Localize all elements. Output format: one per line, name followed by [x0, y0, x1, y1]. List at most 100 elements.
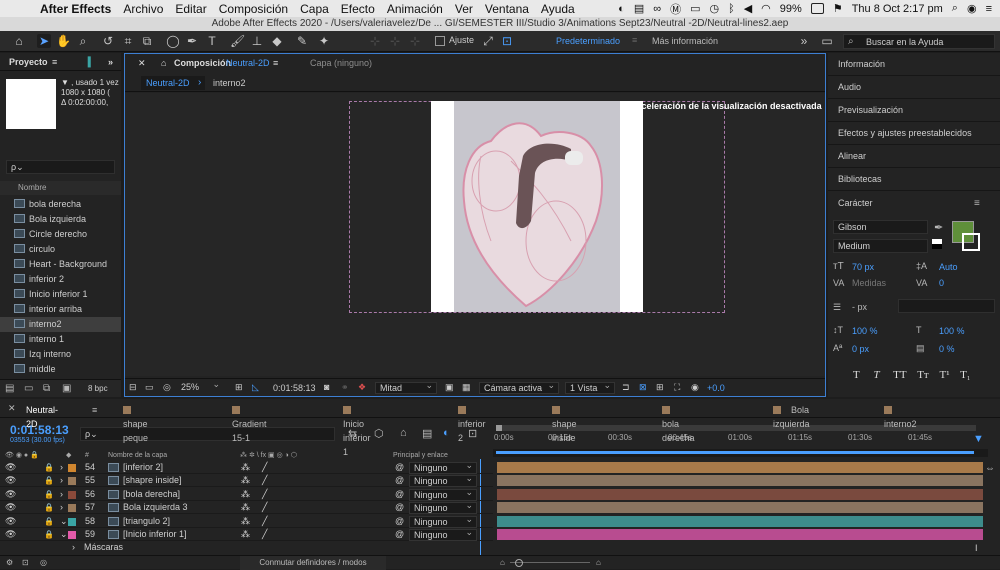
label-color-swatch[interactable]	[68, 531, 76, 539]
project-item[interactable]: Bola izquierda	[0, 212, 121, 227]
timeline-tab[interactable]: Neutral-2D	[26, 403, 58, 429]
layer-name[interactable]: [inferior 2]	[123, 461, 163, 474]
menu-archivo[interactable]: Archivo	[123, 2, 163, 16]
timeline-tab[interactable]: shape peque	[123, 403, 148, 443]
stroke-mode-dropdown[interactable]	[898, 299, 995, 313]
project-item[interactable]: bola derecha	[0, 197, 121, 212]
axis-world-icon[interactable]: ⊹	[388, 34, 402, 48]
comp-tab-interno2[interactable]: interno2	[213, 76, 246, 90]
pickwhip-icon[interactable]: @	[395, 501, 404, 514]
timeline-tab[interactable]: inferior 2	[458, 403, 486, 443]
new-comp-icon[interactable]: ⧉	[43, 383, 50, 394]
layer-duration-bar[interactable]	[497, 502, 983, 514]
project-item[interactable]: interno2	[0, 317, 121, 332]
camera-dropdown[interactable]: Cámara activa	[479, 380, 559, 394]
notification-center-icon[interactable]: ≡	[986, 3, 992, 15]
close-icon[interactable]: ✕	[138, 54, 146, 72]
layer-row[interactable]: 👁 🔒 › 55 [shapre inside] ⁂ ╱ @ Ninguno	[0, 473, 493, 488]
quality-switch-icon[interactable]: ╱	[262, 528, 267, 541]
draft-3d-icon[interactable]: ⬡	[374, 427, 384, 440]
type-tool-icon[interactable]: T	[205, 34, 219, 48]
menu-ver[interactable]: Ver	[455, 2, 473, 16]
comp-viewer[interactable]: Aceleración de la visualización desactiv…	[125, 93, 825, 376]
frame-blending-icon[interactable]: ▤	[422, 427, 432, 440]
app-menu[interactable]: After Effects	[40, 2, 111, 16]
superscript-button[interactable]: T¹	[939, 369, 949, 381]
lock-icon[interactable]: 🔒	[44, 474, 54, 487]
comp-tab-neutral[interactable]: Neutral-2D	[141, 76, 205, 90]
folder-icon[interactable]: ▭	[690, 2, 700, 15]
expand-icon[interactable]: ›	[60, 501, 63, 514]
panel-menu-icon[interactable]: ▭	[820, 34, 834, 48]
snapshot-icon[interactable]: ◙	[324, 382, 329, 392]
parent-dropdown[interactable]: Ninguno	[409, 473, 477, 488]
volume-icon[interactable]: ◀	[744, 2, 752, 15]
color-channels-icon[interactable]: ❖	[358, 382, 366, 393]
parent-header[interactable]: Principal y enlace	[393, 450, 448, 461]
selection-tool-icon[interactable]: ➤	[37, 34, 51, 48]
quality-switch-icon[interactable]: ╱	[262, 474, 267, 487]
layer-duration-bar[interactable]	[497, 488, 983, 500]
always-preview-icon[interactable]: ⊟	[129, 382, 137, 393]
clone-stamp-icon[interactable]: ⊥	[250, 34, 264, 48]
project-item[interactable]: interno 1	[0, 332, 121, 347]
all-caps-button[interactable]: TT	[893, 369, 906, 381]
project-item[interactable]: middle	[0, 362, 121, 377]
axis-view-icon[interactable]: ⊹	[408, 34, 422, 48]
layer-row[interactable]: 👁 🔒 › 54 [inferior 2] ⁂ ╱ @ Ninguno	[0, 460, 493, 474]
puppet-tool-icon[interactable]: ✦	[317, 34, 331, 48]
expand-icon[interactable]: ⌄	[60, 515, 68, 528]
stroke-width-value[interactable]: - px	[852, 302, 867, 312]
label-color-swatch[interactable]	[68, 504, 76, 513]
expand-icon[interactable]: ›	[60, 474, 63, 487]
faux-italic-button[interactable]: T	[873, 369, 879, 381]
comp-panel-name[interactable]: Neutral-2D	[226, 54, 270, 72]
ellipse-tool-icon[interactable]: ◯	[166, 34, 180, 48]
label-color-swatch[interactable]	[68, 517, 76, 526]
time-stretch-icon[interactable]: ◎	[40, 556, 47, 570]
timeline-timecode[interactable]: 0:01:58:13	[10, 423, 69, 437]
layer-panel-tab[interactable]: Capa (ninguno)	[310, 54, 372, 72]
pen-tool-icon[interactable]: ✒	[185, 34, 199, 48]
font-size-value[interactable]: 70 px	[852, 262, 874, 272]
project-item[interactable]: Circle derecho	[0, 227, 121, 242]
pickwhip-icon[interactable]: @	[395, 461, 404, 474]
layer-name[interactable]: [bola derecha]	[123, 488, 180, 501]
parent-dropdown[interactable]: Ninguno	[409, 514, 477, 528]
pickwhip-icon[interactable]: @	[395, 488, 404, 501]
resolution-dropdown[interactable]: Mitad	[375, 380, 437, 394]
brush-tool-icon[interactable]: 🖌	[230, 34, 245, 48]
menu-composicion[interactable]: Composición	[219, 2, 288, 16]
toggle-pixel-aspect-icon[interactable]: ⊐	[622, 382, 630, 393]
vr-icon[interactable]: ▭	[145, 382, 154, 393]
leading-value[interactable]: Auto	[939, 262, 958, 272]
close-icon[interactable]: ✕	[8, 403, 16, 414]
timeline-tab[interactable]: Inicio inferior 1	[343, 403, 371, 457]
toggle-switches-modes[interactable]: Conmutar definidores / modos	[240, 556, 386, 570]
creative-cloud-icon[interactable]: ∞	[653, 3, 661, 15]
zoom-slider-thumb[interactable]	[515, 559, 523, 567]
layer-duration-bar[interactable]	[497, 515, 983, 527]
render-time-icon[interactable]: ⚙	[6, 556, 13, 570]
shy-switch-icon[interactable]: ⁂	[241, 461, 250, 474]
layer-row[interactable]: 👁 🔒 › 56 [bola derecha] ⁂ ╱ @ Ninguno	[0, 487, 493, 501]
pan-behind-tool-icon[interactable]: ⧉	[140, 34, 154, 48]
new-folder-icon[interactable]: ▭	[24, 383, 33, 394]
menu-ayuda[interactable]: Ayuda	[541, 2, 575, 16]
lock-icon[interactable]: 🔒	[44, 515, 54, 528]
subscript-button[interactable]: T₁	[960, 369, 971, 381]
playhead-handle-icon[interactable]: I	[975, 543, 978, 553]
clock[interactable]: Thu 8 Oct 2:17 pm	[852, 3, 943, 15]
menu-animacion[interactable]: Animación	[387, 2, 443, 16]
siri-icon[interactable]: ◉	[967, 2, 977, 15]
more-workspaces-icon[interactable]: »	[797, 34, 811, 48]
time-machine-icon[interactable]: ◷	[709, 2, 719, 15]
preview-panel-tab[interactable]: Previsualización	[828, 99, 1000, 122]
hide-shy-layers-icon[interactable]: ⌂	[400, 427, 407, 439]
visibility-icon[interactable]: 👁	[5, 501, 16, 514]
horizontal-scale-value[interactable]: 100 %	[939, 326, 965, 336]
menu-editar[interactable]: Editar	[175, 2, 206, 16]
menu-ventana[interactable]: Ventana	[485, 2, 529, 16]
comp-panel-title[interactable]: Composición	[174, 54, 231, 72]
interpret-footage-icon[interactable]: ▤	[5, 383, 14, 394]
